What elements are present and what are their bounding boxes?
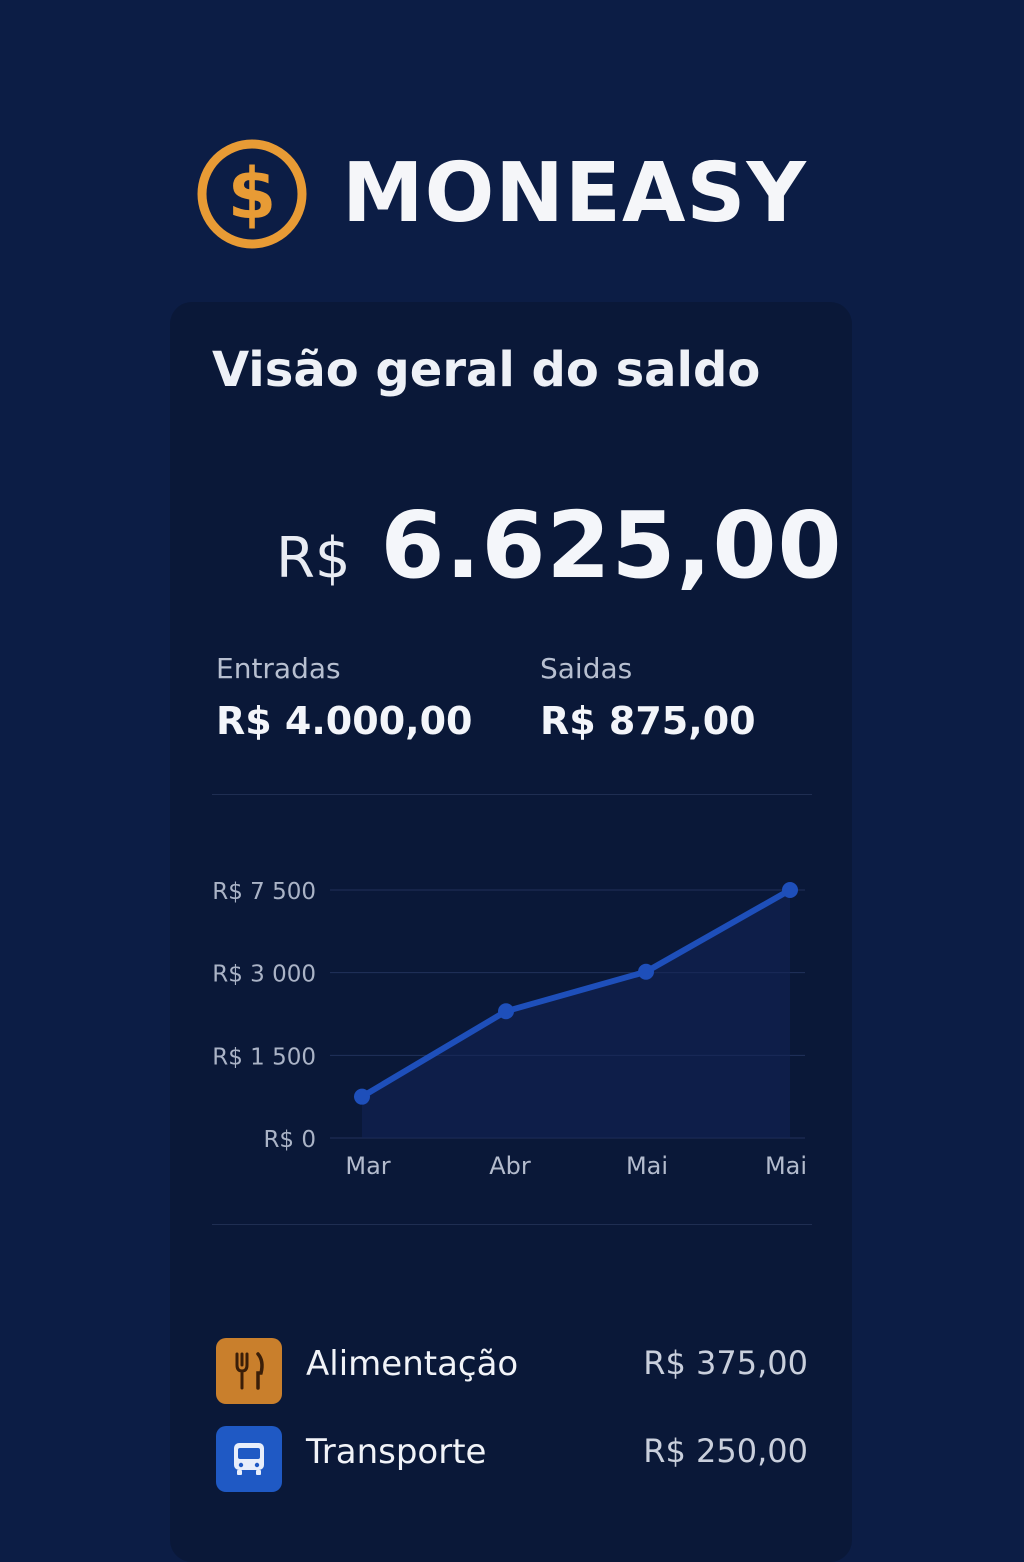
expenses-summary: Saidas R$ 875,00 [540,652,756,743]
balance-line-chart: R$ 0 R$ 1 500 R$ 3 000 R$ 7 500 Mar Abr Mai Mai [212,879,807,1180]
total-balance: R$ 6.625,00 [276,492,843,599]
category-row-food[interactable]: Alimentação R$ 375,00 [216,1338,808,1404]
category-amount: R$ 375,00 [643,1344,808,1382]
expenses-value: R$ 875,00 [540,699,756,743]
balance-amount: 6.625,00 [380,492,843,599]
category-label: Alimentação [306,1344,519,1384]
balance-currency: R$ [276,526,351,591]
data-point [782,882,798,898]
dollar-coin-icon: $ [197,139,307,249]
card-title: Visão geral do saldo [212,342,761,398]
income-value: R$ 4.000,00 [216,699,473,743]
category-label: Transporte [306,1432,487,1472]
category-icon-box [216,1338,282,1404]
expenses-label: Saidas [540,652,633,685]
divider-bottom [212,1224,812,1225]
income-label: Entradas [216,652,341,685]
y-tick-label: R$ 1 500 [212,1044,316,1070]
balance-overview-card: Visão geral do saldo R$ 6.625,00 Entrada… [170,302,852,1562]
x-tick-label: Mai [765,1152,807,1180]
category-icon-box [216,1426,282,1492]
y-tick-label: R$ 0 [263,1127,316,1153]
divider-top [212,794,812,795]
x-tick-label: Mar [345,1152,390,1180]
bus-icon [234,1443,264,1475]
x-tick-label: Abr [489,1152,531,1180]
category-row-transport[interactable]: Transporte R$ 250,00 [216,1426,808,1492]
data-point [498,1003,514,1020]
x-tick-label: Mai [626,1152,668,1180]
y-tick-label: R$ 3 000 [212,962,316,988]
category-amount: R$ 250,00 [643,1432,808,1470]
data-point [638,963,654,980]
brand-header: $ MONEASY [196,138,807,250]
income-summary: Entradas R$ 4.000,00 [216,652,472,743]
svg-text:$: $ [228,153,277,235]
data-point [354,1088,370,1105]
y-tick-label: R$ 7 500 [212,879,316,905]
fork-knife-icon [235,1352,264,1390]
app-name: MONEASY [342,146,807,241]
